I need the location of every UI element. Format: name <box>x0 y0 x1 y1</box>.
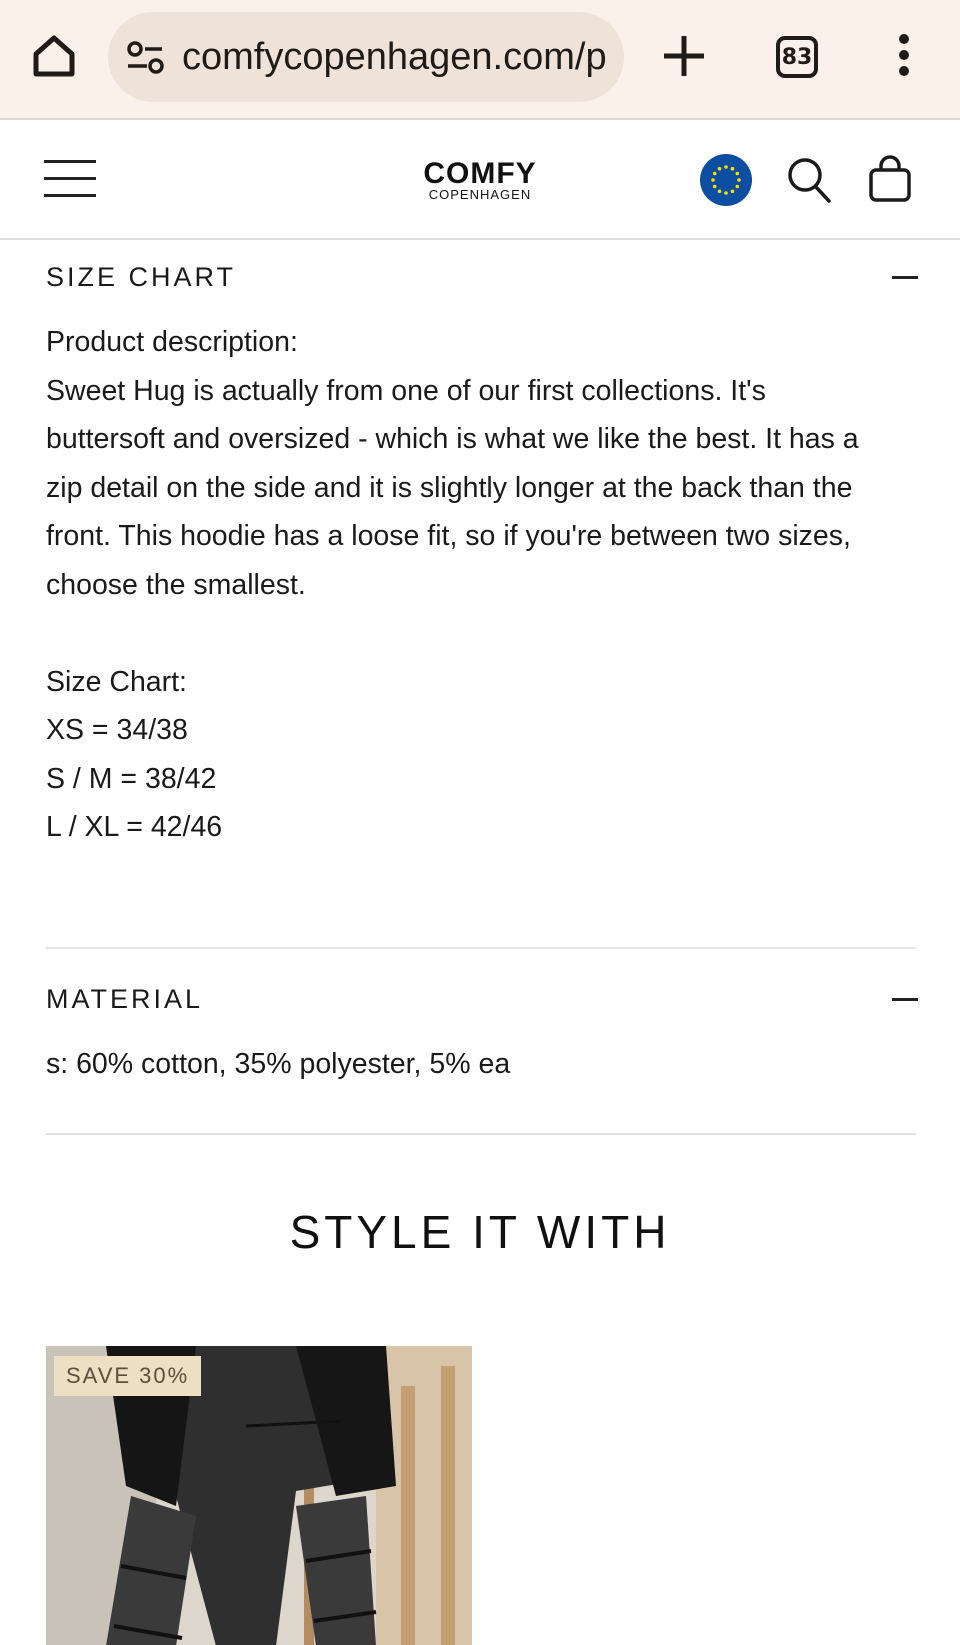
divider <box>46 947 916 949</box>
minus-icon[interactable] <box>892 998 918 1001</box>
discount-badge: SAVE 30% <box>54 1356 202 1396</box>
size-row: XS = 34/38 <box>46 714 188 746</box>
home-icon <box>33 35 75 77</box>
browser-toolbar: comfycopenhagen.com/p 83 <box>0 0 960 120</box>
size-chart-title[interactable]: SIZE CHART <box>46 262 236 293</box>
logo[interactable]: COMFY COPENHAGEN <box>400 157 560 202</box>
logo-main: COMFY <box>423 157 537 190</box>
size-chart-content: Product description: Sweet Hug is actual… <box>46 318 876 852</box>
material-text: s: 60% cotton, 35% polyester, 5% ea <box>46 1048 511 1080</box>
chart-label: Size Chart: <box>46 665 187 698</box>
description-label: Product description: <box>46 326 298 358</box>
address-bar[interactable]: comfycopenhagen.com/p <box>108 12 624 102</box>
tune-icon <box>127 41 164 74</box>
new-tab-button[interactable] <box>662 34 706 78</box>
eu-flag-icon[interactable] <box>700 154 752 206</box>
tab-count: 83 <box>781 44 813 70</box>
hamburger-icon[interactable] <box>44 160 96 200</box>
logo-sub: COPENHAGEN <box>428 187 532 202</box>
minus-icon[interactable] <box>892 276 918 279</box>
size-row: S / M = 38/42 <box>46 762 217 795</box>
bag-icon[interactable] <box>868 154 912 204</box>
tab-switcher-icon[interactable]: 83 <box>776 36 818 78</box>
description-text: Sweet Hug is actually from one of our fi… <box>46 374 859 601</box>
search-icon[interactable] <box>786 156 832 204</box>
more-vert-icon[interactable] <box>896 34 912 78</box>
plus-icon <box>664 36 704 76</box>
home-button[interactable] <box>28 28 80 84</box>
product-card-image[interactable]: SAVE 30% <box>46 1346 472 1645</box>
material-title[interactable]: MATERIAL <box>46 984 203 1015</box>
style-it-with-heading: STYLE IT WITH <box>289 1206 671 1258</box>
site-header: COMFY COPENHAGEN <box>0 122 960 240</box>
url-text: comfycopenhagen.com/p <box>182 36 607 78</box>
size-row: L / XL = 42/46 <box>46 811 223 843</box>
divider <box>46 1133 916 1135</box>
